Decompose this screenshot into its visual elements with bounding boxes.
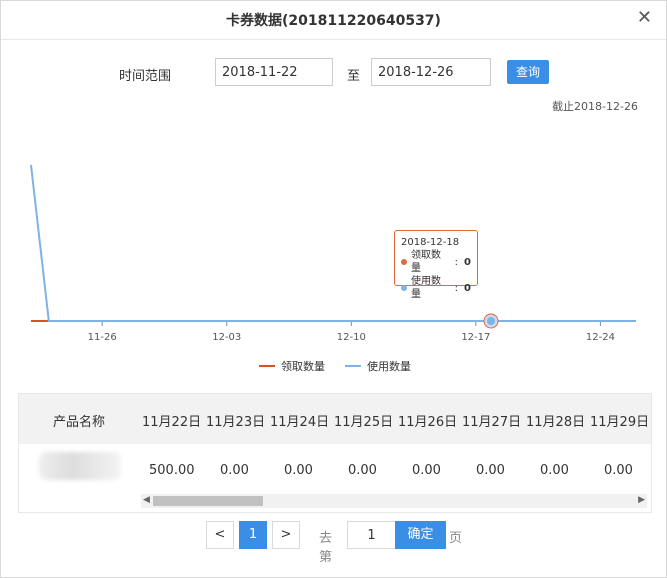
chart-tooltip: 2018-12-18 领取数量: 0 使用数量: 0 [394,230,478,300]
x-tick-label: 12-24 [586,332,615,343]
hover-point[interactable] [483,313,499,329]
tooltip-row-receive: 领取数量: 0 [401,249,471,275]
table-cell: 500.00 [149,463,195,478]
dialog-title: 卡券数据(201811220640537) [226,13,441,29]
x-tick-label: 12-17 [461,332,490,343]
col-date: 11月26日 [398,415,458,430]
table-cell: 0.00 [476,463,505,478]
col-date: 11月23日 [206,415,266,430]
legend-item-receive[interactable]: 领取数量 [259,358,325,374]
col-date: 11月28日 [526,415,586,430]
tooltip-date: 2018-12-18 [401,237,460,248]
col-date: 11月29日 [590,415,650,430]
x-tick-label: 12-10 [337,332,366,343]
tooltip-row-use: 使用数量: 0 [401,275,471,301]
product-name-blurred [39,452,121,480]
col-date: 11月22日 [142,415,202,430]
tooltip-receive-label: 领取数量 [410,250,441,274]
table-cell: 0.00 [220,463,249,478]
table-cell: 0.00 [604,463,633,478]
legend-label-use: 使用数量 [367,360,411,373]
table-header: 产品名称 11月22日 11月23日 11月24日 11月25日 11月26日 … [19,394,651,444]
next-page-button[interactable]: > [272,521,300,549]
table-cell: 0.00 [348,463,377,478]
line-chart: 11-26 12-03 12-10 12-17 12-24 [30,164,636,343]
series-line-use [30,164,636,322]
card-data-dialog: 卡券数据(201811220640537) ✕ 时间范围 至 查询 截止2018… [0,0,667,578]
start-date-input[interactable] [215,58,333,86]
horizontal-scrollbar[interactable]: ◀ ▶ [141,494,647,508]
as-of-date: 截止2018-12-26 [552,100,638,113]
to-label: 至 [347,69,361,84]
tooltip-use-value: 0 [464,282,471,294]
goto-suffix: 页 [449,531,463,546]
data-table: 产品名称 11月22日 11月23日 11月24日 11月25日 11月26日 … [18,393,652,513]
legend-line-icon [345,365,361,367]
receive-dot-icon [401,259,407,265]
col-product-name: 产品名称 [53,415,106,430]
goto-prefix: 去第 [319,531,333,565]
table-cell: 0.00 [540,463,569,478]
scroll-left-icon[interactable]: ◀ [143,495,150,505]
legend-line-icon [259,365,275,367]
date-range-label: 时间范围 [119,69,172,84]
legend-item-use[interactable]: 使用数量 [345,358,411,374]
x-tick-label: 12-03 [212,332,241,343]
x-tick-label: 11-26 [88,332,117,343]
scroll-right-icon[interactable]: ▶ [638,495,645,505]
col-date: 11月27日 [462,415,522,430]
page-1-button[interactable]: 1 [239,521,267,549]
table-cell: 0.00 [284,463,313,478]
table-cell: 0.00 [412,463,441,478]
chart-legend: 领取数量 使用数量 [259,358,411,374]
query-button[interactable]: 查询 [507,60,549,84]
col-date: 11月24日 [270,415,330,430]
tooltip-receive-value: 0 [464,256,471,268]
end-date-input[interactable] [371,58,491,86]
use-dot-icon [401,285,407,291]
confirm-page-button[interactable]: 确定 [395,521,446,549]
goto-page-input[interactable] [347,521,396,549]
tooltip-use-label: 使用数量 [410,276,441,300]
close-icon[interactable]: ✕ [637,9,652,27]
scrollbar-thumb[interactable] [153,496,263,506]
legend-label-receive: 领取数量 [281,360,325,373]
dialog-header: 卡券数据(201811220640537) ✕ [1,1,666,40]
prev-page-button[interactable]: < [206,521,234,549]
col-date: 11月25日 [334,415,394,430]
